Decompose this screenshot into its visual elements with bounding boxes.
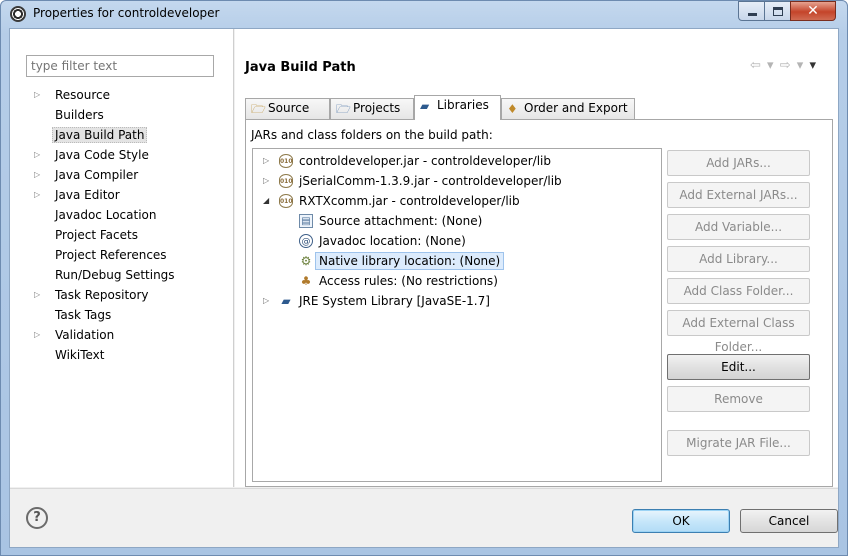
projects-icon: 🗁: [336, 102, 351, 116]
help-button[interactable]: ?: [26, 507, 48, 529]
tab-libraries[interactable]: ▰ Libraries: [414, 95, 501, 120]
title-bar[interactable]: Properties for controldeveloper ✕: [1, 1, 847, 27]
jar-icon: 010: [279, 154, 293, 168]
back-history-dropdown-icon[interactable]: ▾: [767, 58, 775, 73]
libraries-icon: ▰: [420, 99, 430, 113]
remove-button[interactable]: Remove: [667, 386, 810, 412]
dialog-client-area: ▷Resource Builders Java Build Path ▷Java…: [9, 28, 839, 548]
dialog-button-bar: ? OK Cancel: [10, 488, 838, 547]
access-rules-icon: ♣: [300, 274, 312, 288]
nav-item-java-compiler[interactable]: ▷ Java Compiler: [28, 165, 228, 185]
preference-tree: ▷ Resource Builders Java Build Path ▷ Java…: [28, 85, 228, 365]
nav-item-resource[interactable]: ▷ Resource: [28, 85, 228, 105]
nav-item-java-build-path[interactable]: Java Build Path: [28, 125, 228, 145]
jar-icon: 010: [279, 174, 293, 188]
forward-history-dropdown-icon[interactable]: ▾: [797, 58, 805, 73]
back-arrow-icon[interactable]: ⇦: [750, 58, 762, 73]
expand-arrow-icon[interactable]: ▷: [34, 285, 40, 305]
tab-source[interactable]: 🗁 Source: [245, 98, 330, 119]
minimize-button[interactable]: [738, 1, 765, 21]
expand-arrow-icon[interactable]: ▷: [34, 325, 40, 345]
close-icon: ✕: [807, 3, 819, 19]
tab-projects[interactable]: 🗁 Projects: [330, 98, 414, 119]
libraries-tree[interactable]: ▷ 010 controldeveloper.jar - controldeve…: [252, 148, 662, 482]
maximize-icon: [773, 7, 783, 16]
source-folder-icon: 🗁: [251, 102, 266, 116]
add-variable-button[interactable]: Add Variable...: [667, 214, 810, 240]
add-external-jars-button[interactable]: Add External JARs...: [667, 182, 810, 208]
window-title: Properties for controldeveloper: [33, 6, 220, 20]
expand-arrow-icon[interactable]: ▷: [263, 171, 273, 191]
native-library-icon: ⚙: [300, 254, 312, 268]
libraries-panel: JARs and class folders on the build path…: [245, 119, 833, 487]
expand-arrow-icon[interactable]: ▷: [263, 151, 273, 171]
edit-button[interactable]: Edit...: [667, 354, 810, 380]
nav-item-validation[interactable]: ▷ Validation: [28, 325, 228, 345]
nav-item-java-editor[interactable]: ▷ Java Editor: [28, 185, 228, 205]
add-external-class-folder-button[interactable]: Add External Class Folder...: [667, 310, 810, 354]
library-icon: ▰: [281, 294, 291, 308]
add-jars-button[interactable]: Add JARs...: [667, 150, 810, 176]
source-attachment-icon: ▤: [299, 214, 313, 228]
page-title: Java Build Path: [245, 60, 356, 75]
nav-item-task-tags[interactable]: Task Tags: [28, 305, 228, 325]
forward-arrow-icon[interactable]: ⇨: [780, 58, 792, 73]
expand-arrow-icon[interactable]: ▷: [34, 165, 40, 185]
migrate-jar-file-button[interactable]: Migrate JAR File...: [667, 430, 810, 456]
cancel-button[interactable]: Cancel: [740, 509, 838, 533]
collapse-arrow-icon[interactable]: ◢: [263, 191, 273, 211]
add-class-folder-button[interactable]: Add Class Folder...: [667, 278, 810, 304]
add-library-button[interactable]: Add Library...: [667, 246, 810, 272]
expand-arrow-icon[interactable]: ▷: [34, 85, 40, 105]
expand-arrow-icon[interactable]: ▷: [263, 291, 273, 311]
nav-item-run-debug-settings[interactable]: Run/Debug Settings: [28, 265, 228, 285]
ok-button[interactable]: OK: [632, 509, 730, 533]
nav-item-project-facets[interactable]: Project Facets: [28, 225, 228, 245]
jar-icon: 010: [279, 194, 293, 208]
filter-input[interactable]: [26, 55, 214, 77]
maximize-button[interactable]: [764, 1, 791, 21]
expand-arrow-icon[interactable]: ▷: [34, 185, 40, 205]
tab-order-and-export[interactable]: ♦ Order and Export: [501, 98, 635, 119]
nav-item-javadoc-location[interactable]: Javadoc Location: [28, 205, 228, 225]
nav-item-wikitext[interactable]: WikiText: [28, 345, 228, 365]
expand-arrow-icon[interactable]: ▷: [34, 145, 40, 165]
eclipse-app-icon: [10, 6, 26, 22]
preference-page: Java Build Path ⇦ ▾ ⇨ ▾ ▾ 🗁 Source 🗁 Proje…: [235, 29, 838, 487]
close-button[interactable]: ✕: [790, 1, 836, 21]
javadoc-icon: @: [299, 234, 313, 248]
minimize-icon: [748, 13, 757, 16]
libraries-description: JARs and class folders on the build path…: [251, 128, 493, 142]
preference-nav-pane: ▷Resource Builders Java Build Path ▷Java…: [10, 29, 234, 487]
nav-item-project-references[interactable]: Project References: [28, 245, 228, 265]
order-export-icon: ♦: [507, 102, 518, 116]
nav-item-task-repository[interactable]: ▷ Task Repository: [28, 285, 228, 305]
nav-item-builders[interactable]: Builders: [28, 105, 228, 125]
view-menu-icon[interactable]: ▾: [809, 58, 817, 73]
nav-item-java-code-style[interactable]: ▷ Java Code Style: [28, 145, 228, 165]
properties-window: Properties for controldeveloper ✕ ▷Resou…: [0, 0, 848, 556]
page-navigation: ⇦ ▾ ⇨ ▾ ▾: [750, 58, 817, 73]
